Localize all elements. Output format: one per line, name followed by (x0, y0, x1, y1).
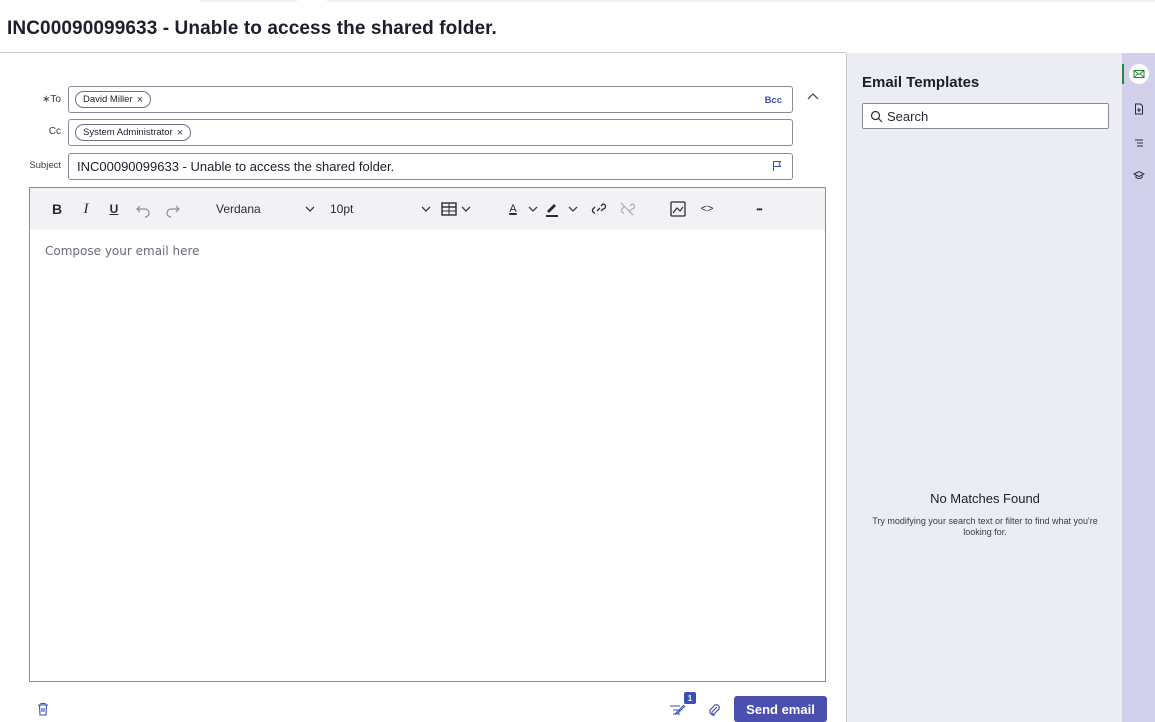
templates-search[interactable] (862, 103, 1109, 129)
collapse-fields-chevron-icon[interactable] (806, 90, 820, 104)
recipient-chip[interactable]: System Administrator × (75, 124, 192, 141)
bcc-button[interactable]: Bcc (765, 95, 782, 106)
send-email-button[interactable]: Send email (734, 696, 827, 722)
bold-button[interactable]: B (50, 198, 64, 220)
email-editor[interactable]: B I U Verdana 10pt A <> ••• Compose your… (29, 187, 826, 682)
compose-placeholder[interactable]: Compose your email here (45, 244, 200, 258)
add-document-icon (1135, 103, 1143, 115)
empty-state-title: No Matches Found (930, 491, 1040, 506)
unlink-icon[interactable] (618, 198, 636, 220)
link-icon[interactable] (589, 198, 607, 220)
flag-icon[interactable] (771, 160, 783, 172)
editor-toolbar: B I U Verdana 10pt A <> ••• (30, 188, 825, 230)
side-icon-rail (1122, 53, 1155, 722)
source-code-button[interactable]: <> (698, 198, 716, 220)
chevron-down-icon[interactable] (567, 198, 579, 220)
cc-field[interactable]: System Administrator × (68, 119, 793, 146)
recipient-chip-label: System Administrator (83, 127, 173, 138)
font-family-select[interactable]: Verdana (216, 198, 276, 220)
chevron-down-icon[interactable] (420, 198, 432, 220)
chevron-down-icon[interactable] (460, 198, 472, 220)
to-label: ∗To (42, 94, 61, 105)
remove-chip-icon[interactable]: × (137, 94, 143, 106)
list-rail-button[interactable] (1129, 133, 1149, 153)
font-size-select[interactable]: 10pt (330, 198, 370, 220)
subject-value[interactable]: INC00090099633 - Unable to access the sh… (77, 159, 394, 174)
list-icon (1135, 139, 1143, 147)
redo-icon[interactable] (165, 198, 181, 220)
active-indicator (1122, 64, 1124, 84)
knowledge-rail-button[interactable] (1129, 165, 1149, 185)
italic-button[interactable]: I (80, 198, 92, 220)
chevron-down-icon[interactable] (527, 198, 539, 220)
graduation-cap-icon (1133, 170, 1145, 179)
chevron-down-icon[interactable] (304, 198, 316, 220)
email-templates-rail-button[interactable] (1129, 64, 1149, 84)
search-icon (870, 110, 883, 123)
image-icon[interactable] (669, 198, 687, 220)
attachment-icon[interactable] (706, 702, 722, 718)
trash-icon[interactable] (35, 701, 51, 717)
search-input[interactable] (887, 107, 1097, 125)
to-field[interactable]: David Miller × Bcc (68, 86, 793, 113)
highlight-pen-icon[interactable] (543, 198, 561, 220)
text-color-button[interactable]: A (505, 198, 521, 220)
more-options-button[interactable]: ••• (748, 198, 770, 220)
subject-label: Subject (29, 160, 61, 171)
remove-chip-icon[interactable]: × (177, 127, 183, 139)
templates-title: Email Templates (862, 74, 980, 91)
table-icon[interactable] (440, 198, 458, 220)
page-title: INC00090099633 - Unable to access the sh… (7, 18, 497, 39)
top-tab-strip (0, 0, 1155, 2)
count-badge: 1 (684, 692, 696, 704)
email-templates-panel: Email Templates No Matches Found Try mod… (846, 53, 1122, 722)
title-divider (0, 52, 846, 53)
cc-label: Cc (48, 126, 61, 137)
recipient-chip-label: David Miller (83, 94, 133, 105)
underline-button[interactable]: U (107, 198, 121, 220)
add-document-rail-button[interactable] (1129, 99, 1149, 119)
undo-icon[interactable] (135, 198, 151, 220)
email-icon (1133, 70, 1145, 78)
empty-state-message: Try modifying your search text or filter… (872, 516, 1098, 537)
recipient-chip[interactable]: David Miller × (75, 91, 152, 108)
subject-field[interactable]: INC00090099633 - Unable to access the sh… (68, 153, 793, 180)
